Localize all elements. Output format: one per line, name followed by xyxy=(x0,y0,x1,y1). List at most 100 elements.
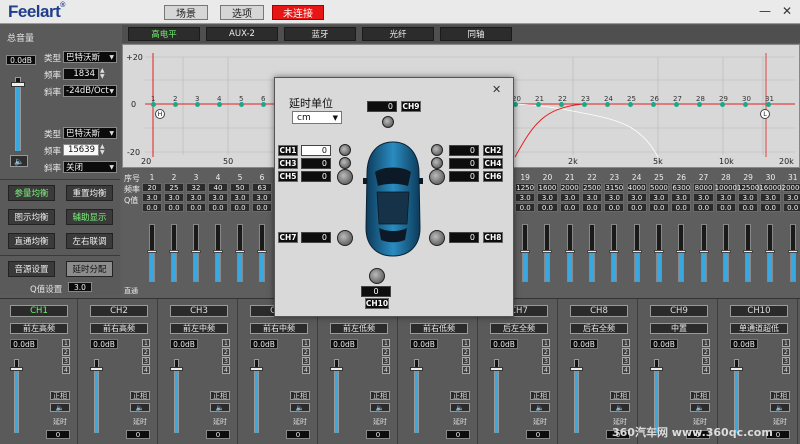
eq-point[interactable] xyxy=(217,102,222,107)
band-gain[interactable]: 0.0 xyxy=(738,203,759,212)
band-frequency[interactable]: 1600 xyxy=(537,183,558,192)
band-frequency[interactable]: 4000 xyxy=(626,183,647,192)
ch5-delay-input[interactable]: 0 xyxy=(301,171,331,182)
band-gain[interactable]: 0.0 xyxy=(626,203,647,212)
band-gain[interactable]: 0.0 xyxy=(186,203,206,212)
band-q[interactable]: 3.0 xyxy=(760,193,781,202)
delay-unit-select[interactable]: cm xyxy=(292,111,342,124)
channel-volume-thumb[interactable] xyxy=(650,367,663,371)
band-gain[interactable]: 0.0 xyxy=(604,203,625,212)
graphic-eq-button[interactable]: 图示均衡 xyxy=(8,209,55,225)
band-q[interactable]: 3.0 xyxy=(671,193,692,202)
channel-group-number[interactable]: 3 xyxy=(782,357,790,365)
band-q[interactable]: 3.0 xyxy=(604,193,625,202)
band-q[interactable]: 3.0 xyxy=(230,193,250,202)
band-frequency[interactable]: 40 xyxy=(208,183,228,192)
ch8-knob[interactable] xyxy=(429,230,445,246)
channel-position-select[interactable]: 后右全频 xyxy=(570,323,628,334)
channel-group-number[interactable]: 4 xyxy=(462,366,470,374)
eq-point[interactable] xyxy=(536,102,541,107)
band-gain[interactable]: 0.0 xyxy=(693,203,714,212)
band-frequency[interactable]: 32 xyxy=(186,183,206,192)
band-frequency[interactable]: 2000 xyxy=(559,183,580,192)
lp-type-select[interactable]: 巴特沃斯 xyxy=(63,127,117,139)
channel-group-number[interactable]: 4 xyxy=(62,366,70,374)
channel-group-number[interactable]: 3 xyxy=(222,357,230,365)
channel-group-number[interactable]: 4 xyxy=(382,366,390,374)
band-gain[interactable]: 0.0 xyxy=(715,203,736,212)
channel-volume-thumb[interactable] xyxy=(410,367,423,371)
band-frequency[interactable]: 1250 xyxy=(515,183,536,192)
channel-position-select[interactable]: 前左高频 xyxy=(10,323,68,334)
ch4-knob[interactable] xyxy=(431,157,443,169)
channel-gain-db[interactable]: 0.0dB xyxy=(730,339,758,349)
band-gain-thumb[interactable] xyxy=(520,250,531,253)
channel-group-number[interactable]: 2 xyxy=(462,348,470,356)
channel-position-select[interactable]: 前右低频 xyxy=(410,323,468,334)
hp-handle[interactable]: H xyxy=(155,109,165,119)
q-setting-input[interactable]: 3.0 xyxy=(68,282,92,292)
mute-button[interactable]: 🔈 xyxy=(10,155,28,167)
channel-group-number[interactable]: 2 xyxy=(62,348,70,356)
direct-eq-button[interactable]: 直通均衡 xyxy=(8,233,55,249)
master-volume-thumb[interactable] xyxy=(11,82,25,87)
ch7-knob[interactable] xyxy=(337,230,353,246)
eq-point[interactable] xyxy=(195,102,200,107)
channel-delay-input[interactable]: 0 xyxy=(366,430,390,439)
eq-point[interactable] xyxy=(582,102,587,107)
band-q[interactable]: 3.0 xyxy=(515,193,536,202)
channel-mute-button[interactable]: 🔈 xyxy=(130,403,150,412)
tab-optical[interactable]: 光纤 xyxy=(362,27,434,41)
channel-group-number[interactable]: 3 xyxy=(702,357,710,365)
band-q[interactable]: 3.0 xyxy=(142,193,162,202)
band-frequency[interactable]: 12500 xyxy=(737,183,759,192)
channel-group-number[interactable]: 1 xyxy=(702,339,710,347)
band-gain-thumb[interactable] xyxy=(235,250,245,253)
source-settings-button[interactable]: 音源设置 xyxy=(8,261,55,277)
band-gain[interactable]: 0.0 xyxy=(559,203,580,212)
channel-group-number[interactable]: 1 xyxy=(462,339,470,347)
channel-volume-thumb[interactable] xyxy=(170,367,183,371)
band-frequency[interactable]: 50 xyxy=(230,183,250,192)
channel-mute-button[interactable]: 🔈 xyxy=(450,403,470,412)
band-gain-thumb[interactable] xyxy=(191,250,201,253)
band-gain-thumb[interactable] xyxy=(765,250,776,253)
channel-gain-db[interactable]: 0.0dB xyxy=(250,339,278,349)
channel-gain-db[interactable]: 0.0dB xyxy=(650,339,678,349)
channel-group-number[interactable]: 4 xyxy=(222,366,230,374)
channel-group-number[interactable]: 3 xyxy=(462,357,470,365)
channel-mute-button[interactable]: 🔈 xyxy=(290,403,310,412)
phase-button[interactable]: 正相 xyxy=(210,391,230,400)
channel-group-number[interactable]: 1 xyxy=(222,339,230,347)
channel-group-number[interactable]: 2 xyxy=(782,348,790,356)
band-q[interactable]: 3.0 xyxy=(186,193,206,202)
band-q[interactable]: 3.0 xyxy=(208,193,228,202)
channel-position-select[interactable]: 中置 xyxy=(650,323,708,334)
channel-group-number[interactable]: 3 xyxy=(142,357,150,365)
channel-name-button[interactable]: CH8 xyxy=(570,305,628,317)
ch10-knob[interactable] xyxy=(369,268,385,284)
channel-volume-thumb[interactable] xyxy=(330,367,343,371)
channel-position-select[interactable]: 前左中频 xyxy=(170,323,228,334)
param-eq-button[interactable]: 参量均衡 xyxy=(8,185,55,201)
band-q[interactable]: 3.0 xyxy=(581,193,603,202)
channel-volume-thumb[interactable] xyxy=(570,367,583,371)
band-q[interactable]: 3.0 xyxy=(648,193,670,202)
ch10-delay-input[interactable]: 0 xyxy=(361,286,391,297)
channel-group-number[interactable]: 3 xyxy=(382,357,390,365)
ch9-delay-input[interactable]: 0 xyxy=(367,101,397,112)
band-gain-thumb[interactable] xyxy=(698,250,709,253)
channel-group-number[interactable]: 3 xyxy=(62,357,70,365)
eq-point[interactable] xyxy=(239,102,244,107)
eq-point[interactable] xyxy=(697,102,702,107)
band-gain-thumb[interactable] xyxy=(587,250,598,253)
hp-type-select[interactable]: 巴特沃斯 xyxy=(63,51,117,63)
channel-group-number[interactable]: 1 xyxy=(782,339,790,347)
channel-group-number[interactable]: 2 xyxy=(382,348,390,356)
band-gain-thumb[interactable] xyxy=(609,250,620,253)
ch6-knob[interactable] xyxy=(429,169,445,185)
ch2-knob[interactable] xyxy=(431,144,443,156)
channel-volume-thumb[interactable] xyxy=(490,367,503,371)
eq-point[interactable] xyxy=(559,102,564,107)
hp-slope-select[interactable]: -24dB/Oct xyxy=(63,85,117,97)
